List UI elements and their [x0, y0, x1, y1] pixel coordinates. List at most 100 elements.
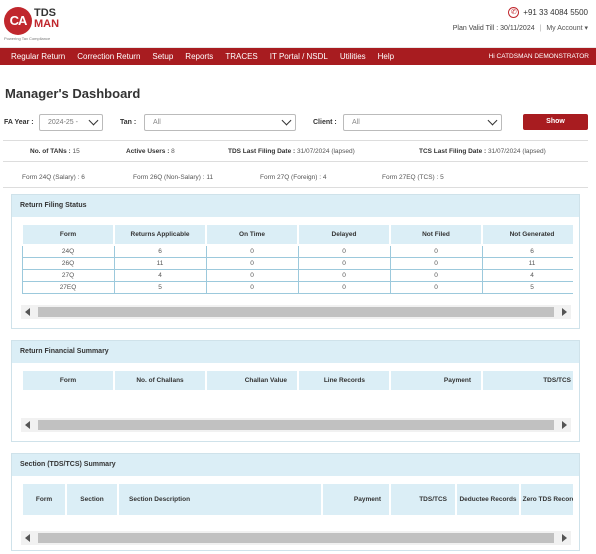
table-row: 26Q 11 0 0 0 11	[21, 256, 573, 270]
my-account-dropdown[interactable]: My Account ▾	[546, 25, 588, 32]
column-header[interactable]: Section Description	[117, 482, 323, 517]
menu-setup[interactable]: Setup	[146, 48, 179, 65]
column-header[interactable]: Not Generated	[481, 223, 573, 246]
column-header[interactable]: Form	[21, 482, 67, 517]
menu-utilities[interactable]: Utilities	[334, 48, 372, 65]
column-header[interactable]: Section	[65, 482, 119, 517]
table-cell: 0	[389, 244, 483, 258]
chevron-down-icon	[88, 115, 99, 126]
table-row: 27EQ 5 0 0 0 5	[21, 280, 573, 294]
logo-man-text: MAN	[34, 18, 60, 30]
table-cell: 27Q	[21, 268, 115, 282]
horizontal-scrollbar[interactable]	[21, 531, 571, 545]
column-header[interactable]: On Time	[205, 223, 299, 246]
scroll-right-icon[interactable]	[562, 534, 567, 542]
stat-tans-value: 15	[72, 148, 80, 155]
table-cell: 5	[113, 280, 207, 294]
horizontal-scrollbar[interactable]	[21, 305, 571, 319]
stats-bar: No. of TANs : 15 Active Users : 8 TDS La…	[3, 140, 588, 162]
section-summary-table: Form Section Section Description Payment…	[21, 482, 573, 517]
chevron-down-icon	[487, 115, 498, 126]
client-value: All	[352, 119, 360, 126]
stat-tds-date: TDS Last Filing Date : 31/07/2024 (lapse…	[228, 148, 355, 155]
table-cell: 26Q	[21, 256, 115, 270]
horizontal-scrollbar[interactable]	[21, 418, 571, 432]
plan-info: Plan Valid Till : 30/11/2024 | My Accoun…	[453, 24, 588, 32]
column-header[interactable]: Payment	[389, 369, 483, 392]
financial-summary-table: Form No. of Challans Challan Value Line …	[21, 369, 573, 392]
table-cell: 0	[297, 280, 391, 294]
table-header-row: Form Returns Applicable On Time Delayed …	[21, 223, 573, 246]
scroll-right-icon[interactable]	[562, 308, 567, 316]
stat-users-value: 8	[171, 148, 175, 155]
show-button[interactable]: Show	[523, 114, 588, 130]
column-header[interactable]: Payment	[321, 482, 391, 517]
user-greeting: Hi CATDSMAN DEMONSTRATOR	[488, 53, 589, 60]
tan-value: All	[153, 119, 161, 126]
contact-phone: ✆ +91 33 4084 5500	[508, 7, 588, 18]
table-cell: 0	[297, 268, 391, 282]
menu-traces[interactable]: TRACES	[219, 48, 263, 65]
column-header[interactable]: Form	[21, 369, 115, 392]
table-cell: 6	[113, 244, 207, 258]
menu-correction-return[interactable]: Correction Return	[71, 48, 146, 65]
scroll-thumb[interactable]	[38, 307, 554, 317]
plan-valid-text: Plan Valid Till : 30/11/2024	[452, 25, 535, 32]
table-cell: 4	[113, 268, 207, 282]
table-cell: 24Q	[21, 244, 115, 258]
table-cell: 5	[481, 280, 573, 294]
form-counts-bar: Form 24Q (Salary) : 6 Form 26Q (Non-Sala…	[3, 168, 588, 188]
menu-reports[interactable]: Reports	[179, 48, 219, 65]
table-cell: 0	[297, 244, 391, 258]
column-header[interactable]: Returns Applicable	[113, 223, 207, 246]
phone-number: +91 33 4084 5500	[523, 8, 588, 17]
table-cell: 0	[205, 256, 299, 270]
financial-summary-title: Return Financial Summary	[12, 341, 579, 363]
menu-regular-return[interactable]: Regular Return	[0, 48, 71, 65]
table-cell: 0	[205, 244, 299, 258]
financial-summary-table-wrap: Form No. of Challans Challan Value Line …	[21, 369, 573, 392]
column-header[interactable]: Deductee Records	[455, 482, 521, 517]
table-header-row: Form No. of Challans Challan Value Line …	[21, 369, 573, 392]
stat-users: Active Users : 8	[126, 148, 175, 155]
menu-it-portal[interactable]: IT Portal / NSDL	[264, 48, 334, 65]
client-label: Client :	[313, 119, 337, 126]
stat-tcs-value: 31/07/2024 (lapsed)	[487, 148, 546, 155]
column-header[interactable]: TDS/TCS	[481, 369, 573, 392]
filing-status-title: Return Filing Status	[12, 195, 579, 217]
column-header[interactable]: Challan Value	[205, 369, 299, 392]
catdsman-logo[interactable]: CA TDS MAN Powering Tax Compliance	[4, 7, 68, 41]
menu-help[interactable]: Help	[372, 48, 400, 65]
filing-status-panel: Return Filing Status Form Returns Applic…	[11, 194, 580, 329]
table-row: 24Q 6 0 0 0 6	[21, 244, 573, 258]
column-header[interactable]: Zero TDS Records	[519, 482, 573, 517]
stat-tds-label: TDS Last Filing Date :	[228, 148, 296, 155]
form-27eq-count: Form 27EQ (TCS) : 5	[382, 174, 444, 181]
stat-tans: No. of TANs : 15	[30, 148, 80, 155]
column-header[interactable]: TDS/TCS	[389, 482, 457, 517]
scroll-thumb[interactable]	[38, 420, 554, 430]
table-cell: 11	[481, 256, 573, 270]
column-header[interactable]: Form	[21, 223, 115, 246]
table-cell: 27EQ	[21, 280, 115, 294]
column-header[interactable]: Delayed	[297, 223, 391, 246]
column-header[interactable]: Line Records	[297, 369, 391, 392]
scroll-thumb[interactable]	[38, 533, 554, 543]
tan-select[interactable]: All	[144, 114, 296, 131]
scroll-right-icon[interactable]	[562, 421, 567, 429]
table-cell: 0	[297, 256, 391, 270]
fa-year-value: 2024-25 -	[48, 119, 78, 126]
scroll-left-icon[interactable]	[25, 421, 30, 429]
column-header[interactable]: No. of Challans	[113, 369, 207, 392]
scroll-left-icon[interactable]	[25, 534, 30, 542]
column-header[interactable]: Not Filed	[389, 223, 483, 246]
section-summary-title: Section (TDS/TCS) Summary	[12, 454, 579, 476]
scroll-left-icon[interactable]	[25, 308, 30, 316]
fa-year-label: FA Year :	[4, 119, 34, 126]
filing-status-table: Form Returns Applicable On Time Delayed …	[21, 223, 573, 294]
fa-year-select[interactable]: 2024-25 -	[39, 114, 103, 131]
filter-bar: FA Year : 2024-25 - Tan : All Client : A…	[0, 113, 596, 133]
client-select[interactable]: All	[343, 114, 502, 131]
stat-tcs-label: TCS Last Filing Date :	[419, 148, 487, 155]
form-27q-count: Form 27Q (Foreign) : 4	[260, 174, 327, 181]
